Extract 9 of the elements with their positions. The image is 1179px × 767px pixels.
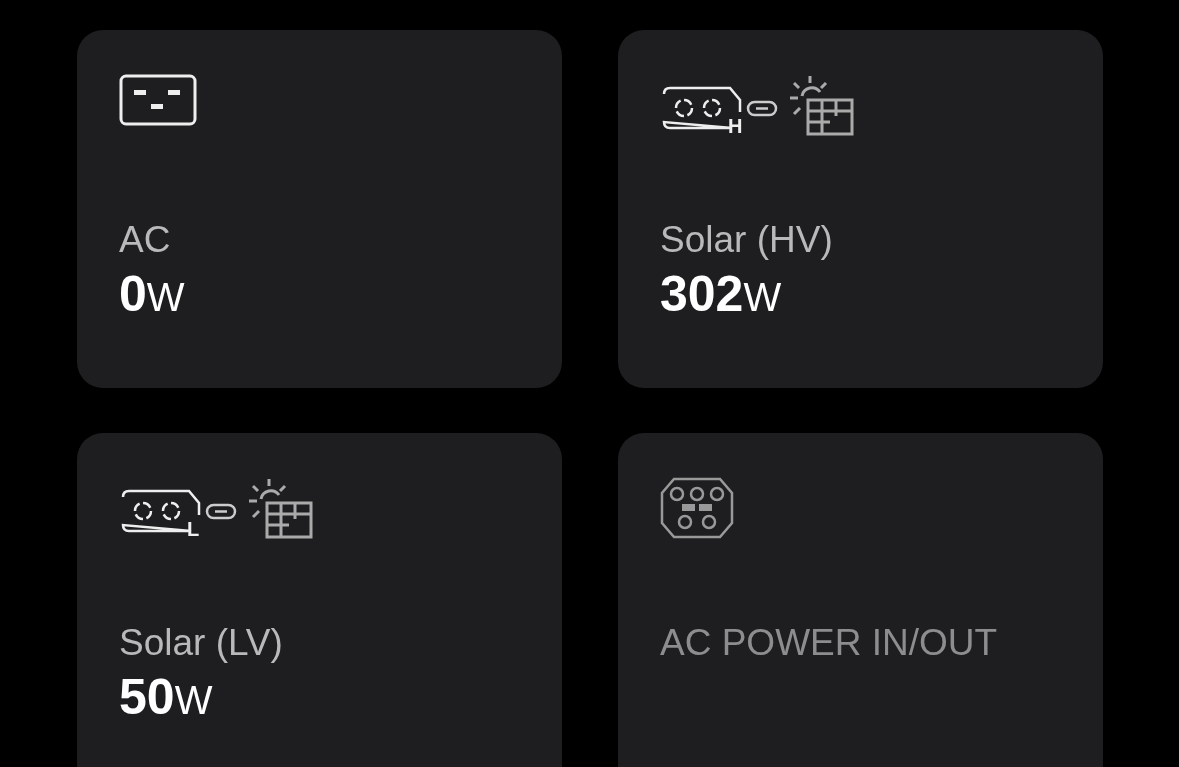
- card-title: AC: [119, 218, 172, 262]
- power-reading: 0W: [119, 265, 186, 325]
- ac-outlet-icon: [119, 74, 197, 128]
- power-reading: 50W: [119, 668, 214, 728]
- card-title: AC POWER IN/OUT: [660, 621, 999, 665]
- socket-icon: [660, 477, 734, 539]
- card-title: Solar (LV): [119, 621, 284, 665]
- power-reading: 302W: [660, 265, 783, 325]
- card-title: Solar (HV): [660, 218, 834, 262]
